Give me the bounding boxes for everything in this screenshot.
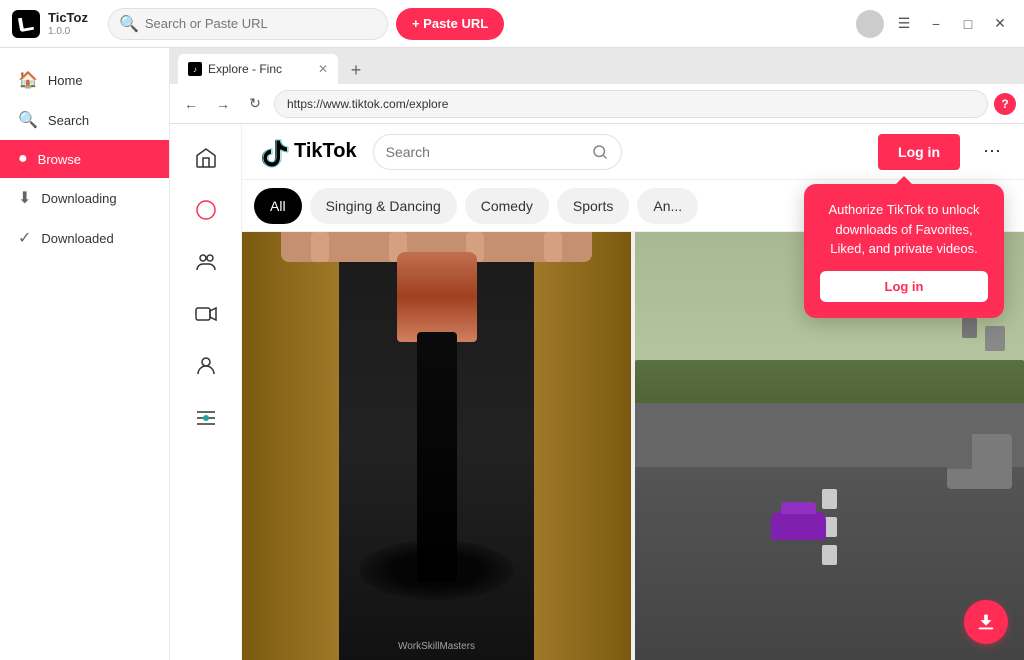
close-button[interactable]: ✕ — [988, 12, 1012, 36]
auth-popup-text: Authorize TikTok to unlock downloads of … — [820, 200, 988, 259]
category-tab-all[interactable]: All — [254, 188, 302, 224]
download-fab-button[interactable] — [964, 600, 1008, 644]
search-sidebar-icon: 🔍 — [18, 110, 38, 130]
help-button[interactable]: ? — [994, 93, 1016, 115]
tiktok-sidebar — [170, 124, 242, 660]
maximize-button[interactable]: □ — [956, 12, 980, 36]
back-button[interactable]: ← — [178, 91, 204, 117]
sidebar-item-downloaded[interactable]: ✓ Downloaded — [0, 218, 169, 258]
sidebar-label-home: Home — [48, 73, 83, 88]
search-bar[interactable]: 🔍 — [108, 8, 388, 40]
sidebar-label-search: Search — [48, 113, 89, 128]
category-tab-sports[interactable]: Sports — [557, 188, 629, 224]
sidebar-item-home[interactable]: 🏠 Home — [0, 60, 169, 100]
app-version: 1.0.0 — [48, 26, 88, 37]
main-layout: 🏠 Home 🔍 Search ● Browse ⬇ Downloading ✓… — [0, 48, 1024, 660]
help-icon: ? — [1001, 97, 1008, 111]
browser-tab-explore[interactable]: ♪ Explore - Finc ✕ — [178, 54, 338, 84]
url-text: https://www.tiktok.com/explore — [287, 97, 448, 111]
browser-area: ♪ Explore - Finc ✕ + ← → ↻ https://www.t… — [170, 48, 1024, 660]
search-input[interactable] — [145, 16, 377, 31]
search-icon: 🔍 — [119, 14, 139, 34]
video-thumb-1[interactable]: WorkSkillMasters — [242, 232, 631, 660]
app-info: TicToz 1.0.0 — [48, 10, 88, 37]
app-logo-icon — [18, 15, 34, 31]
minimize-button[interactable]: − — [924, 12, 948, 36]
sidebar-item-search[interactable]: 🔍 Search — [0, 100, 169, 140]
tiktok-header: TikTok Log in ⋯ — [242, 124, 1024, 180]
tiktok-search-input[interactable] — [386, 144, 584, 160]
tiktok-nav-following[interactable] — [184, 240, 228, 284]
tiktok-more-button[interactable]: ⋯ — [976, 136, 1008, 168]
downloading-icon: ⬇ — [18, 188, 31, 208]
sidebar-item-browse[interactable]: ● Browse — [0, 140, 169, 178]
tiktok-nav-live[interactable] — [184, 292, 228, 336]
category-tab-comedy[interactable]: Comedy — [465, 188, 549, 224]
tiktok-nav-home[interactable] — [184, 136, 228, 180]
app-sidebar: 🏠 Home 🔍 Search ● Browse ⬇ Downloading ✓… — [0, 48, 170, 660]
title-bar: TicToz 1.0.0 🔍 + Paste URL ☰ − □ ✕ — [0, 0, 1024, 48]
home-icon: 🏠 — [18, 70, 38, 90]
app-name: TicToz — [48, 10, 88, 26]
forward-button[interactable]: → — [210, 91, 236, 117]
category-tab-anime[interactable]: An... — [637, 188, 698, 224]
new-tab-button[interactable]: + — [342, 56, 370, 84]
tiktok-nav-explore[interactable] — [184, 188, 228, 232]
paste-url-button[interactable]: + Paste URL — [396, 8, 504, 40]
sidebar-item-downloading[interactable]: ⬇ Downloading — [0, 178, 169, 218]
browse-icon: ● — [18, 150, 28, 168]
tab-label: Explore - Finc — [208, 62, 282, 76]
tiktok-search-bar[interactable] — [373, 134, 623, 170]
sidebar-label-browse: Browse — [38, 152, 81, 167]
auth-popup: Authorize TikTok to unlock downloads of … — [804, 184, 1004, 318]
tab-bar: ♪ Explore - Finc ✕ + — [170, 48, 1024, 84]
tiktok-logo: TikTok — [258, 136, 357, 168]
downloaded-icon: ✓ — [18, 228, 31, 248]
sidebar-label-downloaded: Downloaded — [41, 231, 113, 246]
window-controls: ☰ − □ ✕ — [856, 10, 1012, 38]
tiktok-logo-text: TikTok — [294, 140, 357, 163]
sidebar-label-downloading: Downloading — [41, 191, 116, 206]
tiktok-login-button[interactable]: Log in — [878, 134, 960, 170]
address-bar: ← → ↻ https://www.tiktok.com/explore ? — [170, 84, 1024, 124]
tiktok-nav-special[interactable] — [184, 396, 228, 440]
tab-close-icon[interactable]: ✕ — [318, 62, 328, 76]
app-logo — [12, 10, 40, 38]
tab-favicon: ♪ — [188, 62, 202, 76]
video1-watermark: WorkSkillMasters — [398, 641, 475, 652]
avatar[interactable] — [856, 10, 884, 38]
menu-button[interactable]: ☰ — [892, 12, 916, 36]
tiktok-nav-profile[interactable] — [184, 344, 228, 388]
refresh-button[interactable]: ↻ — [242, 91, 268, 117]
tiktok-page: TikTok Log in ⋯ All — [170, 124, 1024, 660]
auth-login-button[interactable]: Log in — [820, 271, 988, 302]
category-tab-singing[interactable]: Singing & Dancing — [310, 188, 457, 224]
url-bar[interactable]: https://www.tiktok.com/explore — [274, 90, 988, 118]
